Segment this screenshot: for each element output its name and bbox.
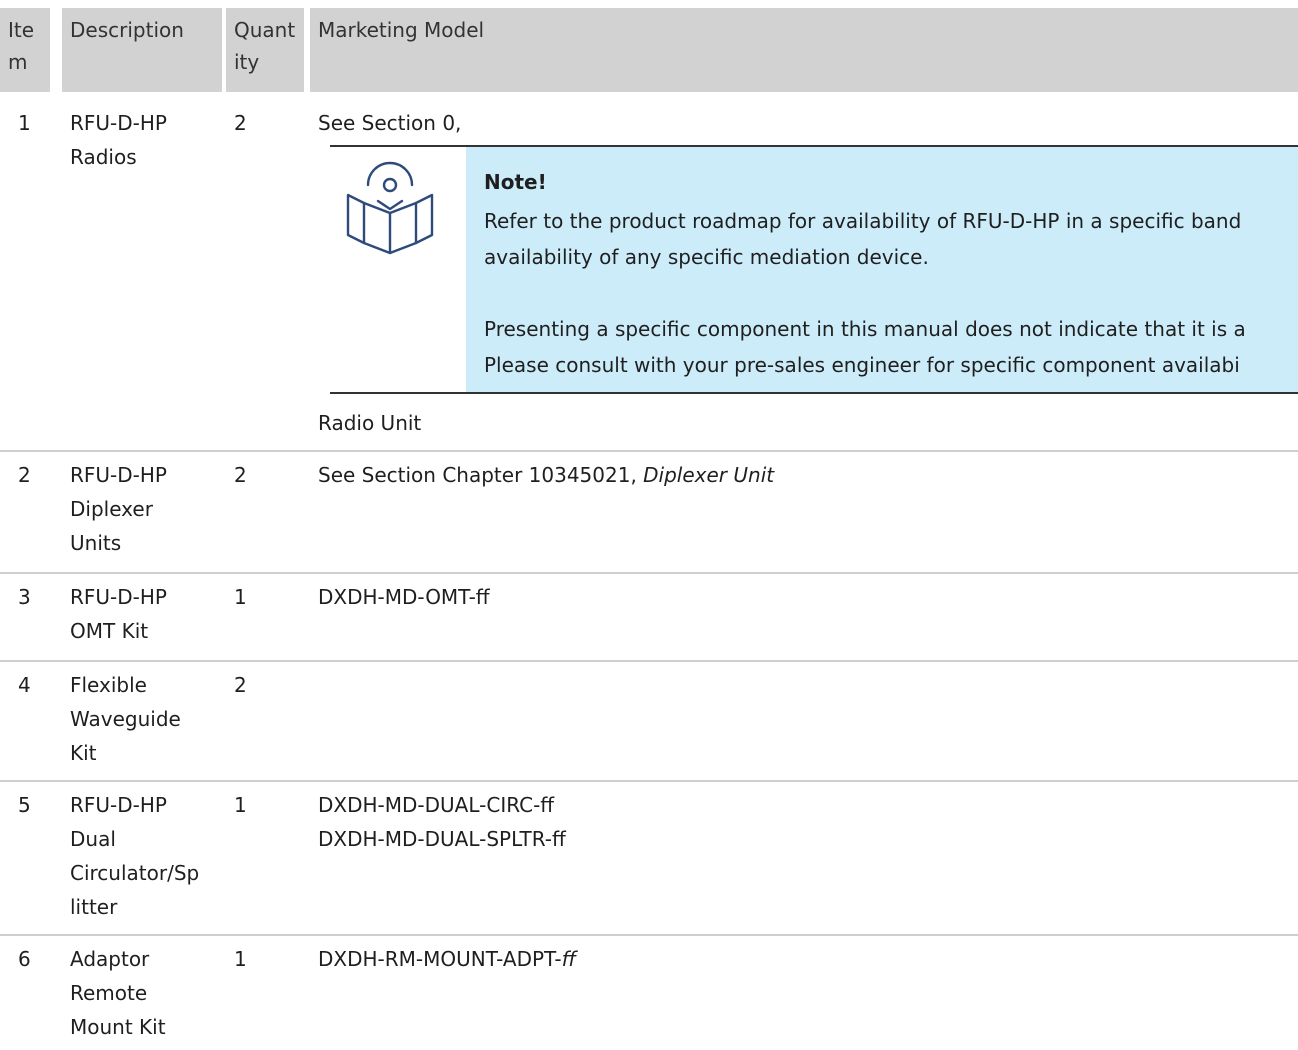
desc-line: Diplexer: [70, 497, 153, 521]
note-book-icon: [344, 147, 434, 257]
desc-line: Adaptor: [70, 947, 150, 971]
header-quantity-line2: ity: [234, 50, 260, 74]
row-quantity: 1: [234, 947, 247, 971]
desc-line: RFU-D-HP: [70, 463, 167, 487]
note-callout: Note! Refer to the product roadmap for a…: [330, 145, 1298, 394]
desc-line: Units: [70, 531, 122, 555]
row-divider: [0, 450, 1298, 452]
row-item-number: 6: [18, 947, 31, 971]
row-description: RFU-D-HP Diplexer Units: [70, 458, 167, 560]
table-header: Ite m Description Quant ity Marketing Mo…: [0, 8, 1298, 92]
row-quantity: 1: [234, 793, 247, 817]
header-description: Description: [62, 8, 222, 92]
desc-line: RFU-D-HP: [70, 793, 167, 817]
model-line: DXDH-MD-DUAL-CIRC-ff: [318, 793, 555, 817]
row-quantity: 2: [234, 673, 247, 697]
row-item-number: 3: [18, 585, 31, 609]
row-description: RFU-D-HP Dual Circulator/Sp litter: [70, 788, 199, 924]
desc-line: Waveguide: [70, 707, 181, 731]
row-description: RFU-D-HP OMT Kit: [70, 580, 167, 648]
desc-line: Remote: [70, 981, 148, 1005]
model-link-text: Diplexer Unit: [643, 463, 775, 487]
desc-line: OMT Kit: [70, 619, 149, 643]
row-divider: [0, 572, 1298, 574]
row-divider: [0, 660, 1298, 662]
row-item-number: 1: [18, 111, 31, 135]
model-line: DXDH-MD-DUAL-SPLTR-ff: [318, 827, 566, 851]
row-description: RFU-D-HP Radios: [70, 106, 167, 174]
row-description: Flexible Waveguide Kit: [70, 668, 181, 770]
desc-line: RFU-D-HP: [70, 111, 167, 135]
row-quantity: 1: [234, 585, 247, 609]
header-description-label: Description: [70, 18, 184, 42]
note-title: Note!: [484, 170, 547, 194]
note-text-line: Presenting a specific component in this …: [484, 317, 1246, 341]
desc-line: Flexible: [70, 673, 147, 697]
desc-line: Mount Kit: [70, 1015, 166, 1039]
row-item-number: 2: [18, 463, 31, 487]
header-model-label: Marketing Model: [318, 18, 485, 42]
row-model: DXDH-MD-DUAL-CIRC-ff DXDH-MD-DUAL-SPLTR-…: [318, 788, 566, 856]
row-item-number: 4: [18, 673, 31, 697]
row-model: See Section Chapter 10345021, Diplexer U…: [318, 458, 774, 492]
row-model: DXDH-RM-MOUNT-ADPT-ff: [318, 942, 576, 976]
desc-line: Circulator/Sp: [70, 861, 200, 885]
row-model-continued: Radio Unit: [318, 411, 422, 435]
header-item: Ite m: [0, 8, 50, 92]
row-item-number: 5: [18, 793, 31, 817]
row-model: DXDH-MD-OMT-ff: [318, 585, 490, 609]
header-quantity: Quant ity: [226, 8, 304, 92]
note-body: Note! Refer to the product roadmap for a…: [466, 147, 1298, 392]
row-divider: [0, 780, 1298, 782]
desc-line: Dual: [70, 827, 116, 851]
desc-line: Kit: [70, 741, 97, 765]
row-divider: [0, 934, 1298, 936]
note-text-line: Refer to the product roadmap for availab…: [484, 209, 1242, 233]
model-text: See Section Chapter 10345021,: [318, 463, 644, 487]
row-quantity: 2: [234, 463, 247, 487]
header-item-line1: Ite: [8, 18, 35, 42]
note-text-line: Please consult with your pre-sales engin…: [484, 353, 1240, 377]
model-text: DXDH-RM-MOUNT-ADPT-: [318, 947, 562, 971]
desc-line: RFU-D-HP: [70, 585, 167, 609]
header-quantity-line1: Quant: [234, 18, 296, 42]
row-description: Adaptor Remote Mount Kit: [70, 942, 166, 1044]
desc-line: litter: [70, 895, 118, 919]
model-italic-suffix: ff: [561, 947, 577, 971]
header-marketing-model: Marketing Model: [310, 8, 1298, 92]
header-item-line2: m: [8, 50, 28, 74]
row-model: See Section 0,: [318, 111, 462, 135]
row-quantity: 2: [234, 111, 247, 135]
note-text-line: availability of any specific mediation d…: [484, 245, 929, 269]
desc-line: Radios: [70, 145, 137, 169]
